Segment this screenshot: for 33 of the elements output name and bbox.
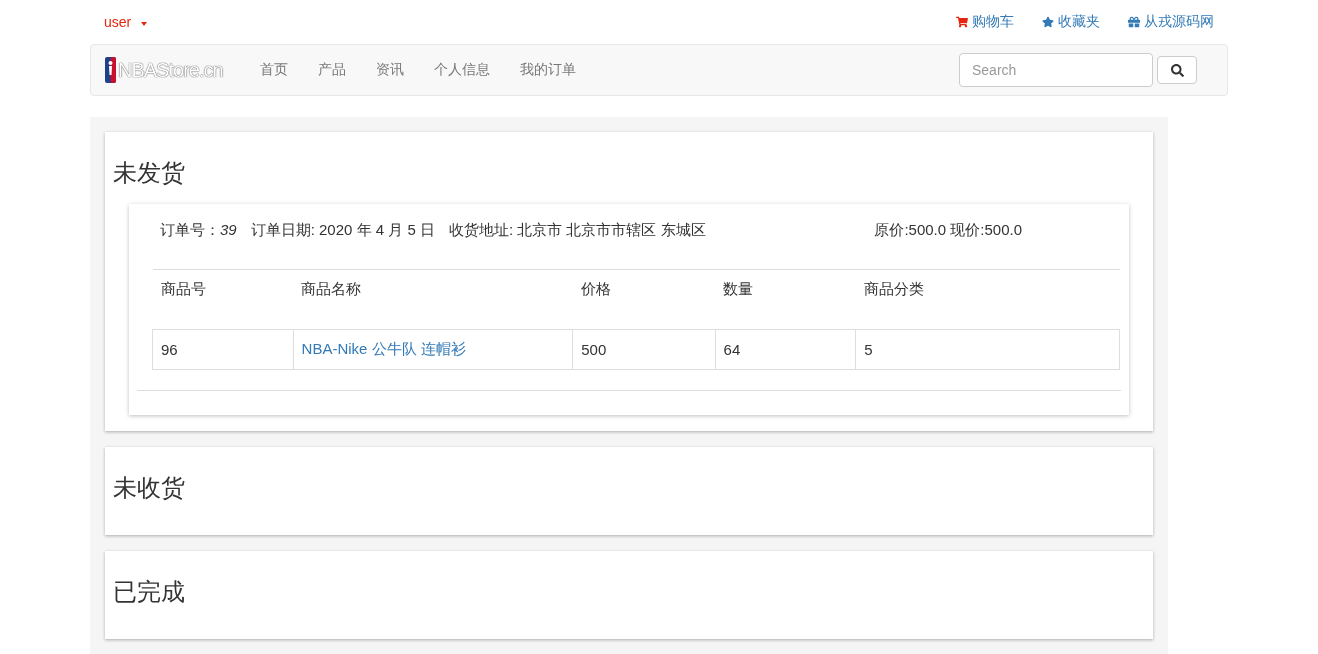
column-header: 商品名称 bbox=[293, 269, 573, 330]
column-header: 商品号 bbox=[152, 269, 294, 330]
order-date: 订单日期: 2020 年 4 月 5 日 bbox=[250, 220, 435, 240]
section-title: 未发货 bbox=[113, 158, 186, 188]
nav-link[interactable]: 我的订单 bbox=[504, 61, 591, 79]
column-header: 价格 bbox=[572, 269, 716, 330]
gift-icon bbox=[1128, 16, 1140, 28]
top-link[interactable]: 收藏夹 bbox=[1042, 13, 1100, 31]
table-cell: 500 bbox=[572, 329, 716, 370]
search-button[interactable] bbox=[1157, 56, 1197, 84]
user-menu[interactable]: user bbox=[104, 14, 148, 30]
column-header: 商品分类 bbox=[855, 269, 1120, 330]
nav-link[interactable]: 个人信息 bbox=[418, 61, 505, 79]
brand-name[interactable]: NBAStore.cn bbox=[118, 58, 223, 82]
top-link[interactable]: 购物车 bbox=[956, 13, 1014, 31]
top-link[interactable]: 从戎源码网 bbox=[1128, 13, 1214, 31]
section-title: 未收货 bbox=[113, 473, 186, 503]
table-cell: 96 bbox=[152, 329, 294, 370]
search-icon bbox=[1170, 63, 1184, 77]
section-title: 已完成 bbox=[113, 577, 186, 607]
logo-icon bbox=[105, 57, 116, 83]
nav-link[interactable]: 首页 bbox=[244, 61, 303, 79]
nav-link[interactable]: 产品 bbox=[302, 61, 361, 79]
search-field[interactable]: Search bbox=[959, 53, 1153, 87]
column-header: 数量 bbox=[715, 269, 856, 330]
table-cell: 5 bbox=[855, 329, 1120, 370]
order-price: 原价:500.0 现价:500.0 bbox=[874, 220, 1022, 240]
order-address: 收货地址: 北京市 北京市市辖区 东城区 bbox=[448, 220, 706, 240]
star-icon bbox=[1042, 16, 1054, 28]
nav-link[interactable]: 资讯 bbox=[360, 61, 419, 79]
order-number: 订单号：39 bbox=[160, 220, 237, 240]
table-cell: 64 bbox=[715, 329, 856, 370]
cart-icon bbox=[956, 16, 968, 28]
